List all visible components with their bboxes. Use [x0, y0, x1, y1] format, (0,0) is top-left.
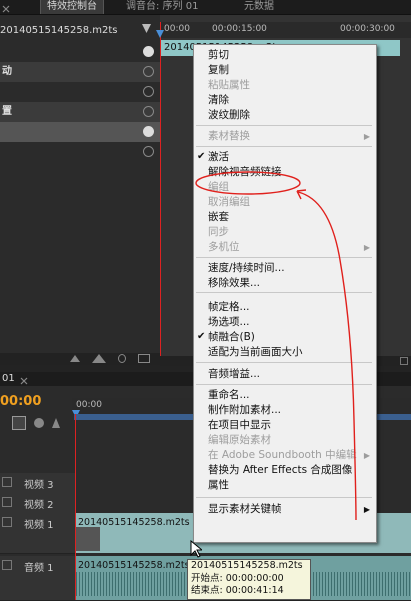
highlight-circle [195, 171, 301, 195]
mouse-cursor-icon [190, 540, 202, 558]
annotation-overlay [195, 171, 357, 521]
annotation-arrow-line [297, 191, 357, 521]
